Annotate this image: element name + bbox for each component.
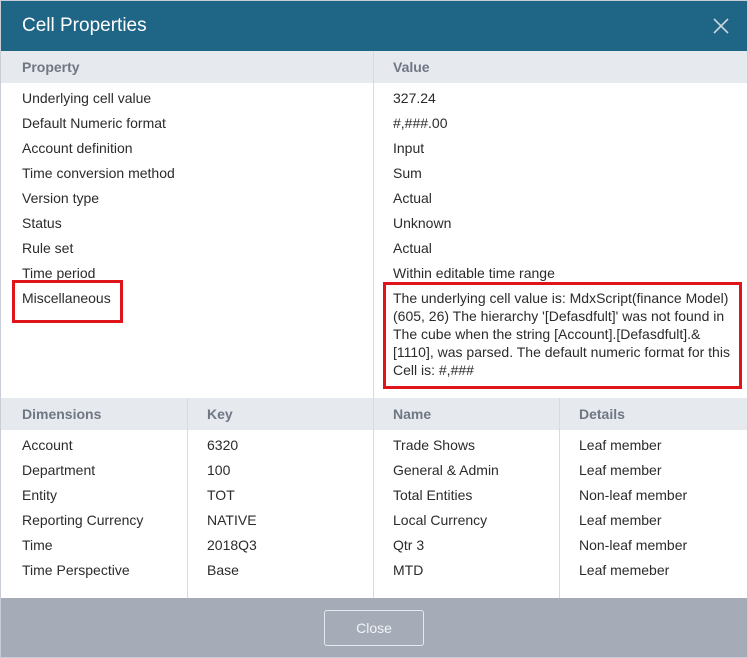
dimension-cell: Time (22, 537, 53, 553)
column-header-details: Details (579, 406, 625, 422)
property-value: Sum (393, 165, 422, 181)
close-icon-glyph (713, 18, 729, 34)
dimension-row: Account 6320 Trade Shows Leaf member (1, 433, 747, 458)
name-cell: Qtr 3 (393, 537, 425, 553)
name-cell: Total Entities (393, 487, 473, 503)
dimension-cell: Entity (22, 487, 58, 503)
property-row: Time conversion method Sum (1, 161, 747, 186)
property-value: Actual (393, 190, 432, 206)
details-cell: Leaf member (579, 462, 662, 478)
dimension-cell: Reporting Currency (22, 512, 144, 528)
name-cell: MTD (393, 562, 424, 578)
details-cell: Non-leaf member (579, 487, 688, 503)
column-header-property: Property (22, 59, 80, 75)
key-cell: 100 (207, 462, 231, 478)
dimension-cell: Account (22, 437, 73, 453)
property-name: Underlying cell value (22, 90, 152, 106)
property-name: Rule set (22, 240, 74, 256)
close-icon[interactable] (711, 16, 731, 36)
property-value: Actual (393, 240, 432, 256)
details-cell: Leaf member (579, 512, 662, 528)
dimensions-header: Dimensions Key Name Details (1, 398, 747, 430)
dialog-title: Cell Properties (22, 15, 147, 36)
dimension-cell: Department (22, 462, 96, 478)
dimension-row: Reporting Currency NATIVE Local Currency… (1, 508, 747, 533)
dialog-titlebar: Cell Properties (1, 1, 747, 51)
property-value: 327.24 (393, 90, 436, 106)
name-cell: General & Admin (393, 462, 499, 478)
dimension-cell: Time Perspective (22, 562, 130, 578)
property-name: Default Numeric format (22, 115, 166, 131)
highlight-box-misc-value (383, 282, 742, 389)
property-name: Status (22, 215, 62, 231)
properties-header: Property Value (1, 51, 747, 83)
property-name: Account definition (22, 140, 133, 156)
key-cell: Base (207, 562, 239, 578)
key-cell: 2018Q3 (207, 537, 257, 553)
details-cell: Non-leaf member (579, 537, 688, 553)
highlight-box-misc-name (12, 280, 123, 323)
property-row: Default Numeric format #,###.00 (1, 111, 747, 136)
property-row: Rule set Actual (1, 236, 747, 261)
dialog-footer: Close (1, 598, 747, 657)
property-value: Input (393, 140, 425, 156)
name-cell: Trade Shows (393, 437, 475, 453)
property-row: Version type Actual (1, 186, 747, 211)
key-cell: 6320 (207, 437, 239, 453)
key-cell: TOT (207, 487, 235, 503)
column-header-name: Name (393, 406, 432, 422)
property-name: Version type (22, 190, 100, 206)
property-row: Underlying cell value 327.24 (1, 86, 747, 111)
property-row: Account definition Input (1, 136, 747, 161)
property-value: Unknown (393, 215, 452, 231)
close-button[interactable]: Close (324, 610, 424, 646)
column-header-value: Value (393, 59, 430, 75)
dimension-row: Department 100 General & Admin Leaf memb… (1, 458, 747, 483)
cell-properties-dialog: Cell Properties Property Value Underlyin… (0, 0, 748, 658)
property-row: Status Unknown (1, 211, 747, 236)
dimension-row: Time Perspective Base MTD Leaf memeber (1, 558, 747, 583)
name-cell: Local Currency (393, 512, 488, 528)
dimension-row: Entity TOT Total Entities Non-leaf membe… (1, 483, 747, 508)
key-cell: NATIVE (207, 512, 257, 528)
details-cell: Leaf memeber (579, 562, 670, 578)
property-value: #,###.00 (393, 115, 448, 131)
column-header-dimensions: Dimensions (22, 406, 102, 422)
dimension-row: Time 2018Q3 Qtr 3 Non-leaf member (1, 533, 747, 558)
column-header-key: Key (207, 406, 233, 422)
property-name: Time conversion method (22, 165, 175, 181)
details-cell: Leaf member (579, 437, 662, 453)
